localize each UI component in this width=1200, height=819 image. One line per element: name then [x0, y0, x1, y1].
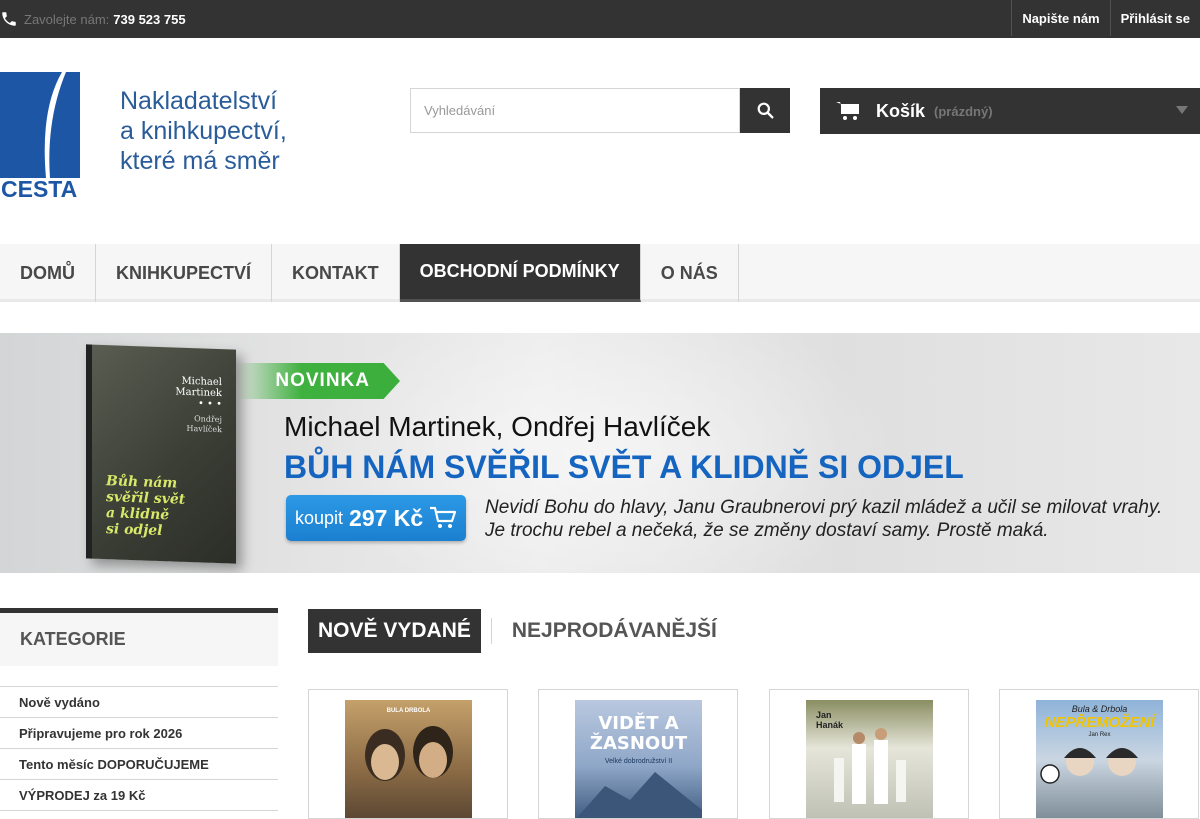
- product-cover: BULA DRBOLA: [345, 700, 472, 818]
- book-author-2: Ondřej Havlíček: [186, 414, 222, 435]
- menu-item-terms[interactable]: Obchodní podmínky: [399, 244, 641, 302]
- categories-heading: Kategorie: [0, 608, 278, 666]
- banner-description: Nevidí Bohu do hlavy, Janu Graubnerovi p…: [485, 497, 1163, 541]
- product-cover: Bula & Drbola NEPŘEMOŽENÍ Jan Rex: [1036, 700, 1163, 818]
- book-cover-image: Michael Martinek • • • Ondřej Havlíček B…: [86, 344, 236, 564]
- buy-button[interactable]: koupit 297 Kč: [286, 495, 466, 541]
- menu-item-bookshop[interactable]: Knihkupectví: [96, 244, 273, 302]
- product-cover: Jan Hanák: [806, 700, 933, 818]
- search-button[interactable]: [740, 88, 790, 133]
- cart-icon: [836, 102, 859, 120]
- phone-contact: Zavolejte nám: 739 523 755: [0, 0, 186, 38]
- product-cover: VIDĚT A ŽASNOUT Velké dobrodružství II: [575, 700, 702, 818]
- category-item[interactable]: Nově vydáno: [0, 687, 278, 718]
- tagline-line: Nakladatelství: [120, 87, 278, 115]
- tagline-line: které má směr: [120, 147, 280, 175]
- main-menu: Domů Knihkupectví Kontakt Obchodní podmí…: [0, 244, 1200, 302]
- top-bar: Zavolejte nám: 739 523 755 Napište nám P…: [0, 0, 1200, 38]
- product-tabs: Nově vydané Nejprodávanější: [308, 609, 727, 653]
- tagline-line: a knihkupectví,: [120, 117, 287, 145]
- cesta-logo-mark: CESTA: [0, 72, 80, 200]
- tab-new-releases[interactable]: Nově vydané: [308, 609, 481, 653]
- search-bar: [410, 88, 790, 133]
- book-cover-title: Bůh nám svěřil svět a klidně si odjel: [106, 473, 186, 540]
- cart-state: (prázdný): [934, 103, 993, 119]
- banner-authors: Michael Martinek, Ondřej Havlíček: [284, 411, 711, 442]
- banner-title: BŮH NÁM SVĚŘIL SVĚT A KLIDNĚ SI ODJEL: [284, 449, 964, 485]
- cart-icon: [430, 506, 457, 528]
- call-label: Zavolejte nám:: [24, 11, 110, 27]
- contact-link[interactable]: Napište nám: [1011, 0, 1109, 36]
- buy-price: 297 Kč: [349, 504, 424, 531]
- chevron-down-icon: [1176, 106, 1188, 114]
- cart-label: Košík: [876, 100, 926, 121]
- promo-banner[interactable]: Michael Martinek • • • Ondřej Havlíček B…: [0, 333, 1200, 573]
- menu-item-contact[interactable]: Kontakt: [272, 244, 400, 302]
- menu-item-about[interactable]: O nás: [641, 244, 739, 302]
- menu-item-home[interactable]: Domů: [0, 244, 96, 302]
- logo-brand-text: CESTA: [1, 176, 77, 200]
- category-item[interactable]: Připravujeme pro rok 2026: [0, 718, 278, 749]
- site-logo[interactable]: CESTA Nakladatelství a knihkupectví, kte…: [0, 70, 310, 202]
- novinka-badge: NOVINKA: [236, 363, 400, 399]
- login-link[interactable]: Přihlásit se: [1109, 0, 1200, 36]
- search-input[interactable]: [410, 88, 740, 133]
- cart-button[interactable]: Košík (prázdný): [820, 88, 1200, 134]
- category-item[interactable]: VÝPRODEJ za 19 Kč: [0, 780, 278, 811]
- phone-number[interactable]: 739 523 755: [113, 12, 185, 27]
- logo-tagline: Nakladatelství a knihkupectví, které má …: [120, 86, 287, 176]
- top-links: Napište nám Přihlásit se: [1011, 0, 1200, 38]
- buy-label: koupit: [295, 507, 344, 528]
- search-icon: [757, 102, 773, 119]
- category-item[interactable]: Tento měsíc DOPORUČUJEME: [0, 749, 278, 780]
- tab-bestsellers[interactable]: Nejprodávanější: [490, 618, 727, 644]
- phone-icon: [2, 12, 16, 26]
- book-author-1: Michael Martinek • • •: [175, 375, 222, 411]
- category-list: Nově vydáno Připravujeme pro rok 2026 Te…: [0, 686, 278, 811]
